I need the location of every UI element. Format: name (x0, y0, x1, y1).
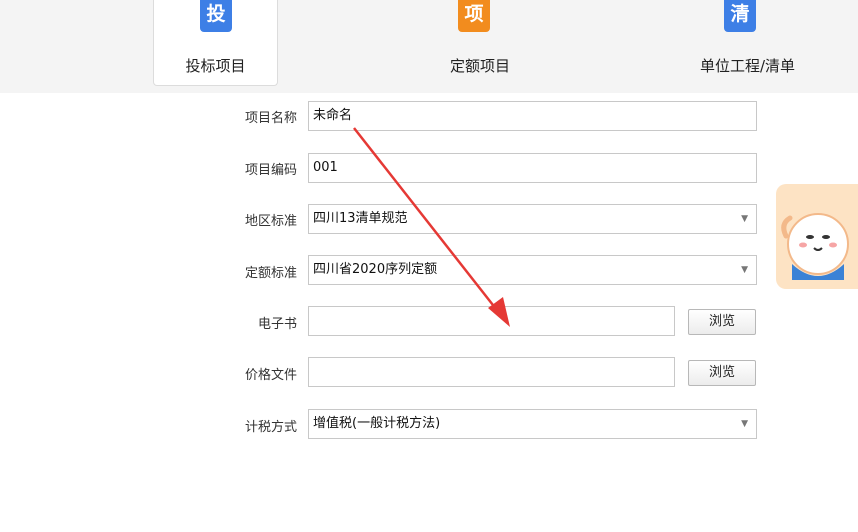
tab-bid-project[interactable]: 投 投标项目 (153, 0, 278, 86)
ebook-label: 电子书 (257, 317, 297, 332)
tax-method-select[interactable]: 增值税(一般计税方法) ▼ (308, 409, 757, 439)
project-code-input[interactable]: 001 (308, 153, 757, 183)
tab-quota-project[interactable]: 项 定额项目 (420, 0, 540, 86)
tab-unit-project-list-label: 单位工程/清单 (699, 57, 796, 75)
quota-standard-select[interactable]: 四川省2020序列定额 ▼ (308, 255, 757, 285)
project-name-label: 项目名称 (244, 111, 297, 126)
price-file-input[interactable] (308, 357, 675, 387)
mascot-assistant-icon (781, 213, 849, 280)
project-name-input[interactable]: 未命名 (308, 101, 757, 131)
project-code-label: 项目编码 (244, 163, 297, 178)
tax-method-label: 计税方式 (244, 420, 297, 435)
ebook-input[interactable] (308, 306, 675, 336)
caret-down-icon: ▼ (741, 419, 748, 429)
quota-standard-value: 四川省2020序列定额 (313, 262, 438, 277)
tax-method-value: 增值税(一般计税方法) (313, 416, 441, 431)
project-type-tabbar: 投 投标项目 项 定额项目 清 单位工程/清单 (0, 0, 858, 93)
unit-project-list-icon: 清 (724, 0, 756, 32)
price-file-label: 价格文件 (244, 368, 297, 383)
ebook-browse-button[interactable]: 浏览 (688, 309, 756, 335)
region-standard-select[interactable]: 四川13清单规范 ▼ (308, 204, 757, 234)
caret-down-icon: ▼ (741, 214, 748, 224)
project-code-value: 001 (313, 160, 338, 175)
caret-down-icon: ▼ (741, 265, 748, 275)
region-standard-label: 地区标准 (244, 214, 297, 229)
quota-standard-label: 定额标准 (244, 266, 297, 281)
tab-bid-project-label: 投标项目 (185, 57, 246, 75)
assistant-widget[interactable] (776, 184, 858, 289)
region-standard-value: 四川13清单规范 (313, 211, 408, 226)
tab-unit-project-list[interactable]: 清 单位工程/清单 (680, 0, 815, 86)
tab-quota-project-label: 定额项目 (449, 57, 510, 75)
project-name-value: 未命名 (313, 108, 353, 123)
bid-project-icon: 投 (200, 0, 232, 32)
price-file-browse-button[interactable]: 浏览 (688, 360, 756, 386)
quota-project-icon: 项 (458, 0, 490, 32)
